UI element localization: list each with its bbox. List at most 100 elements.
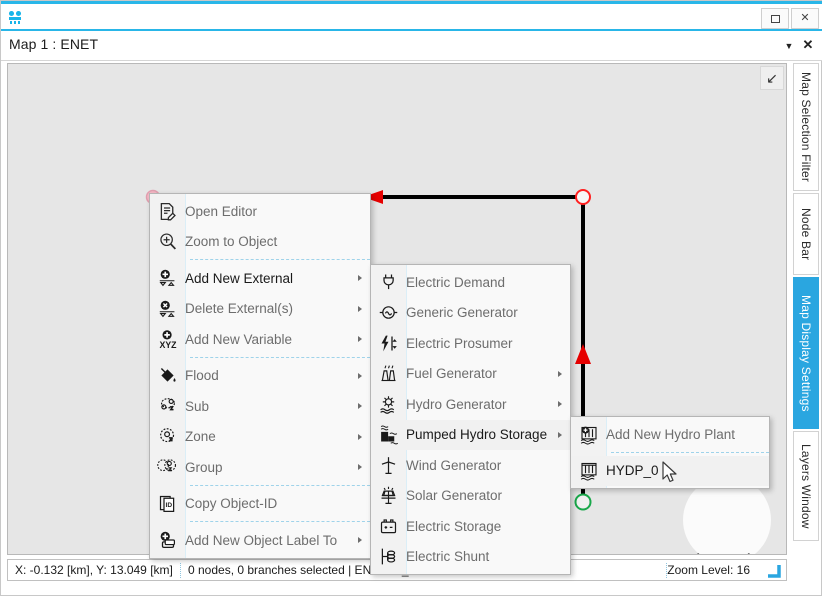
- menu-label: Zoom to Object: [185, 234, 278, 250]
- submenu-arrow-icon: [558, 370, 562, 377]
- submenu-item-electric-shunt[interactable]: Electric Shunt: [371, 542, 570, 573]
- submenu-arrow-icon: [558, 431, 562, 438]
- menu-item-add-new-external[interactable]: Add New External: [150, 263, 370, 294]
- menu-item-open-editor[interactable]: Open Editor: [150, 196, 370, 227]
- menu-label: Zone: [185, 429, 216, 445]
- enet-logo-icon: [6, 8, 26, 28]
- sidebar-label-node-bar: Node Bar: [799, 207, 813, 261]
- menu-separator: [190, 356, 370, 359]
- copy-id-icon: ID: [150, 489, 185, 520]
- generic-generator-icon: [371, 298, 406, 329]
- window-controls: ✕: [759, 8, 819, 29]
- menu-separator: [611, 451, 769, 454]
- sidebar-item-node-bar[interactable]: Node Bar: [793, 193, 819, 275]
- application-window: ✕ Map 1 : ENET ▼ ✕ ↙ +: [0, 0, 822, 596]
- close-icon: ✕: [800, 12, 810, 24]
- status-coordinates: X: -0.132 [km], Y: 13.049 [km]: [15, 563, 173, 577]
- hydro-generator-icon: [371, 389, 406, 420]
- context-menu[interactable]: Open Editor Zoom to Object Add New Exter…: [149, 193, 371, 559]
- tab-close-icon[interactable]: ✕: [801, 37, 815, 53]
- menu-item-sub[interactable]: Sub: [150, 391, 370, 422]
- tab-map-1-enet[interactable]: Map 1 : ENET: [9, 36, 98, 52]
- sidebar-item-map-display-settings[interactable]: Map Display Settings: [793, 277, 819, 429]
- submenu-item-electric-prosumer[interactable]: Electric Prosumer: [371, 328, 570, 359]
- solar-panel-icon: [371, 481, 406, 512]
- submenu-arrow-icon: [558, 401, 562, 408]
- maximize-button[interactable]: [761, 8, 789, 29]
- submenu-arrow-icon: [358, 372, 362, 379]
- battery-icon: [371, 511, 406, 542]
- chevron-down-icon[interactable]: ▼: [783, 40, 795, 52]
- submenu-item-wind-generator[interactable]: Wind Generator: [371, 450, 570, 481]
- menu-label: Delete External(s): [185, 301, 294, 317]
- submenu-item-electric-demand[interactable]: Electric Demand: [371, 267, 570, 298]
- submenu-item-generic-generator[interactable]: Generic Generator: [371, 298, 570, 329]
- sidebar-item-map-selection-filter[interactable]: Map Selection Filter: [793, 63, 819, 191]
- menu-item-group[interactable]: Group: [150, 452, 370, 483]
- menu-item-delete-externals[interactable]: Delete External(s): [150, 294, 370, 325]
- svg-text:ID: ID: [166, 502, 173, 509]
- menu-label: Hydro Generator: [406, 396, 507, 412]
- maximize-icon: [770, 14, 780, 23]
- menu-label: Add New Variable: [185, 331, 293, 347]
- submenu-arrow-icon: [358, 403, 362, 410]
- menu-item-copy-object-id[interactable]: ID Copy Object-ID: [150, 489, 370, 520]
- fuel-plant-icon: [371, 359, 406, 390]
- sidebar-item-layers-window[interactable]: Layers Window: [793, 431, 819, 541]
- sidebar-label-map-selection-filter: Map Selection Filter: [799, 71, 813, 183]
- submenu-item-pumped-hydro-storage[interactable]: Pumped Hydro Storage: [371, 419, 570, 451]
- group-icon: [150, 452, 185, 483]
- collapse-panel-button[interactable]: ↙: [760, 66, 784, 90]
- submenu-item-add-new-hydro-plant[interactable]: Add New Hydro Plant: [571, 419, 769, 450]
- pan-right-icon[interactable]: ›: [747, 547, 753, 554]
- menu-item-flood[interactable]: Flood: [150, 361, 370, 392]
- menu-label: Pumped Hydro Storage: [406, 427, 548, 443]
- sidebar-label-layers-window: Layers Window: [799, 443, 813, 529]
- prosumer-icon: [371, 328, 406, 359]
- electric-plug-icon: [371, 267, 406, 298]
- submenu-add-new-external[interactable]: Electric Demand Generic Generator Electr…: [370, 264, 571, 575]
- menu-item-add-new-variable[interactable]: XYZ Add New Variable: [150, 324, 370, 355]
- menu-label: Group: [185, 459, 223, 475]
- zone-icon: [150, 422, 185, 453]
- pan-left-icon[interactable]: ‹: [694, 547, 700, 554]
- add-external-icon: [150, 263, 185, 294]
- editor-document-icon: [150, 196, 185, 227]
- menu-label: Copy Object-ID: [185, 496, 278, 512]
- title-bar: ✕: [1, 1, 822, 29]
- hydro-plant-icon: [571, 456, 606, 487]
- submenu-arrow-icon: [358, 537, 362, 544]
- menu-label: Solar Generator: [406, 488, 503, 504]
- delete-external-icon: [150, 294, 185, 325]
- sidebar-label-map-display-settings: Map Display Settings: [799, 294, 813, 412]
- menu-item-zone[interactable]: Zone: [150, 422, 370, 453]
- menu-label: Flood: [185, 368, 219, 384]
- menu-label: Wind Generator: [406, 457, 502, 473]
- mouse-cursor-icon: [661, 461, 681, 485]
- menu-item-add-new-object-label-to[interactable]: Add New Object Label To: [150, 525, 370, 556]
- submenu-item-hydro-generator[interactable]: Hydro Generator: [371, 389, 570, 420]
- submenu-arrow-icon: [358, 305, 362, 312]
- menu-label: Add New Object Label To: [185, 532, 338, 548]
- menu-label: Sub: [185, 398, 210, 414]
- close-button[interactable]: ✕: [791, 8, 819, 29]
- submenu-arrow-icon: [358, 433, 362, 440]
- shunt-icon: [371, 542, 406, 573]
- sub-network-icon: [150, 391, 185, 422]
- menu-label: Generic Generator: [406, 305, 518, 321]
- resize-grip-icon[interactable]: [766, 563, 782, 579]
- pumped-hydro-icon: [371, 420, 406, 451]
- menu-label: HYDP_0: [606, 463, 659, 479]
- add-object-label-icon: [150, 525, 185, 556]
- submenu-item-fuel-generator[interactable]: Fuel Generator: [371, 359, 570, 390]
- menu-item-zoom-to-object[interactable]: Zoom to Object: [150, 227, 370, 258]
- menu-separator: [190, 484, 370, 487]
- wind-turbine-icon: [371, 450, 406, 481]
- menu-separator: [190, 259, 370, 261]
- menu-label: Electric Prosumer: [406, 335, 513, 351]
- submenu-item-solar-generator[interactable]: Solar Generator: [371, 481, 570, 512]
- magnifier-plus-icon: [150, 227, 185, 258]
- add-hydro-plant-icon: [571, 419, 606, 450]
- submenu-item-electric-storage[interactable]: Electric Storage: [371, 511, 570, 542]
- add-variable-xyz-icon: XYZ: [150, 324, 185, 355]
